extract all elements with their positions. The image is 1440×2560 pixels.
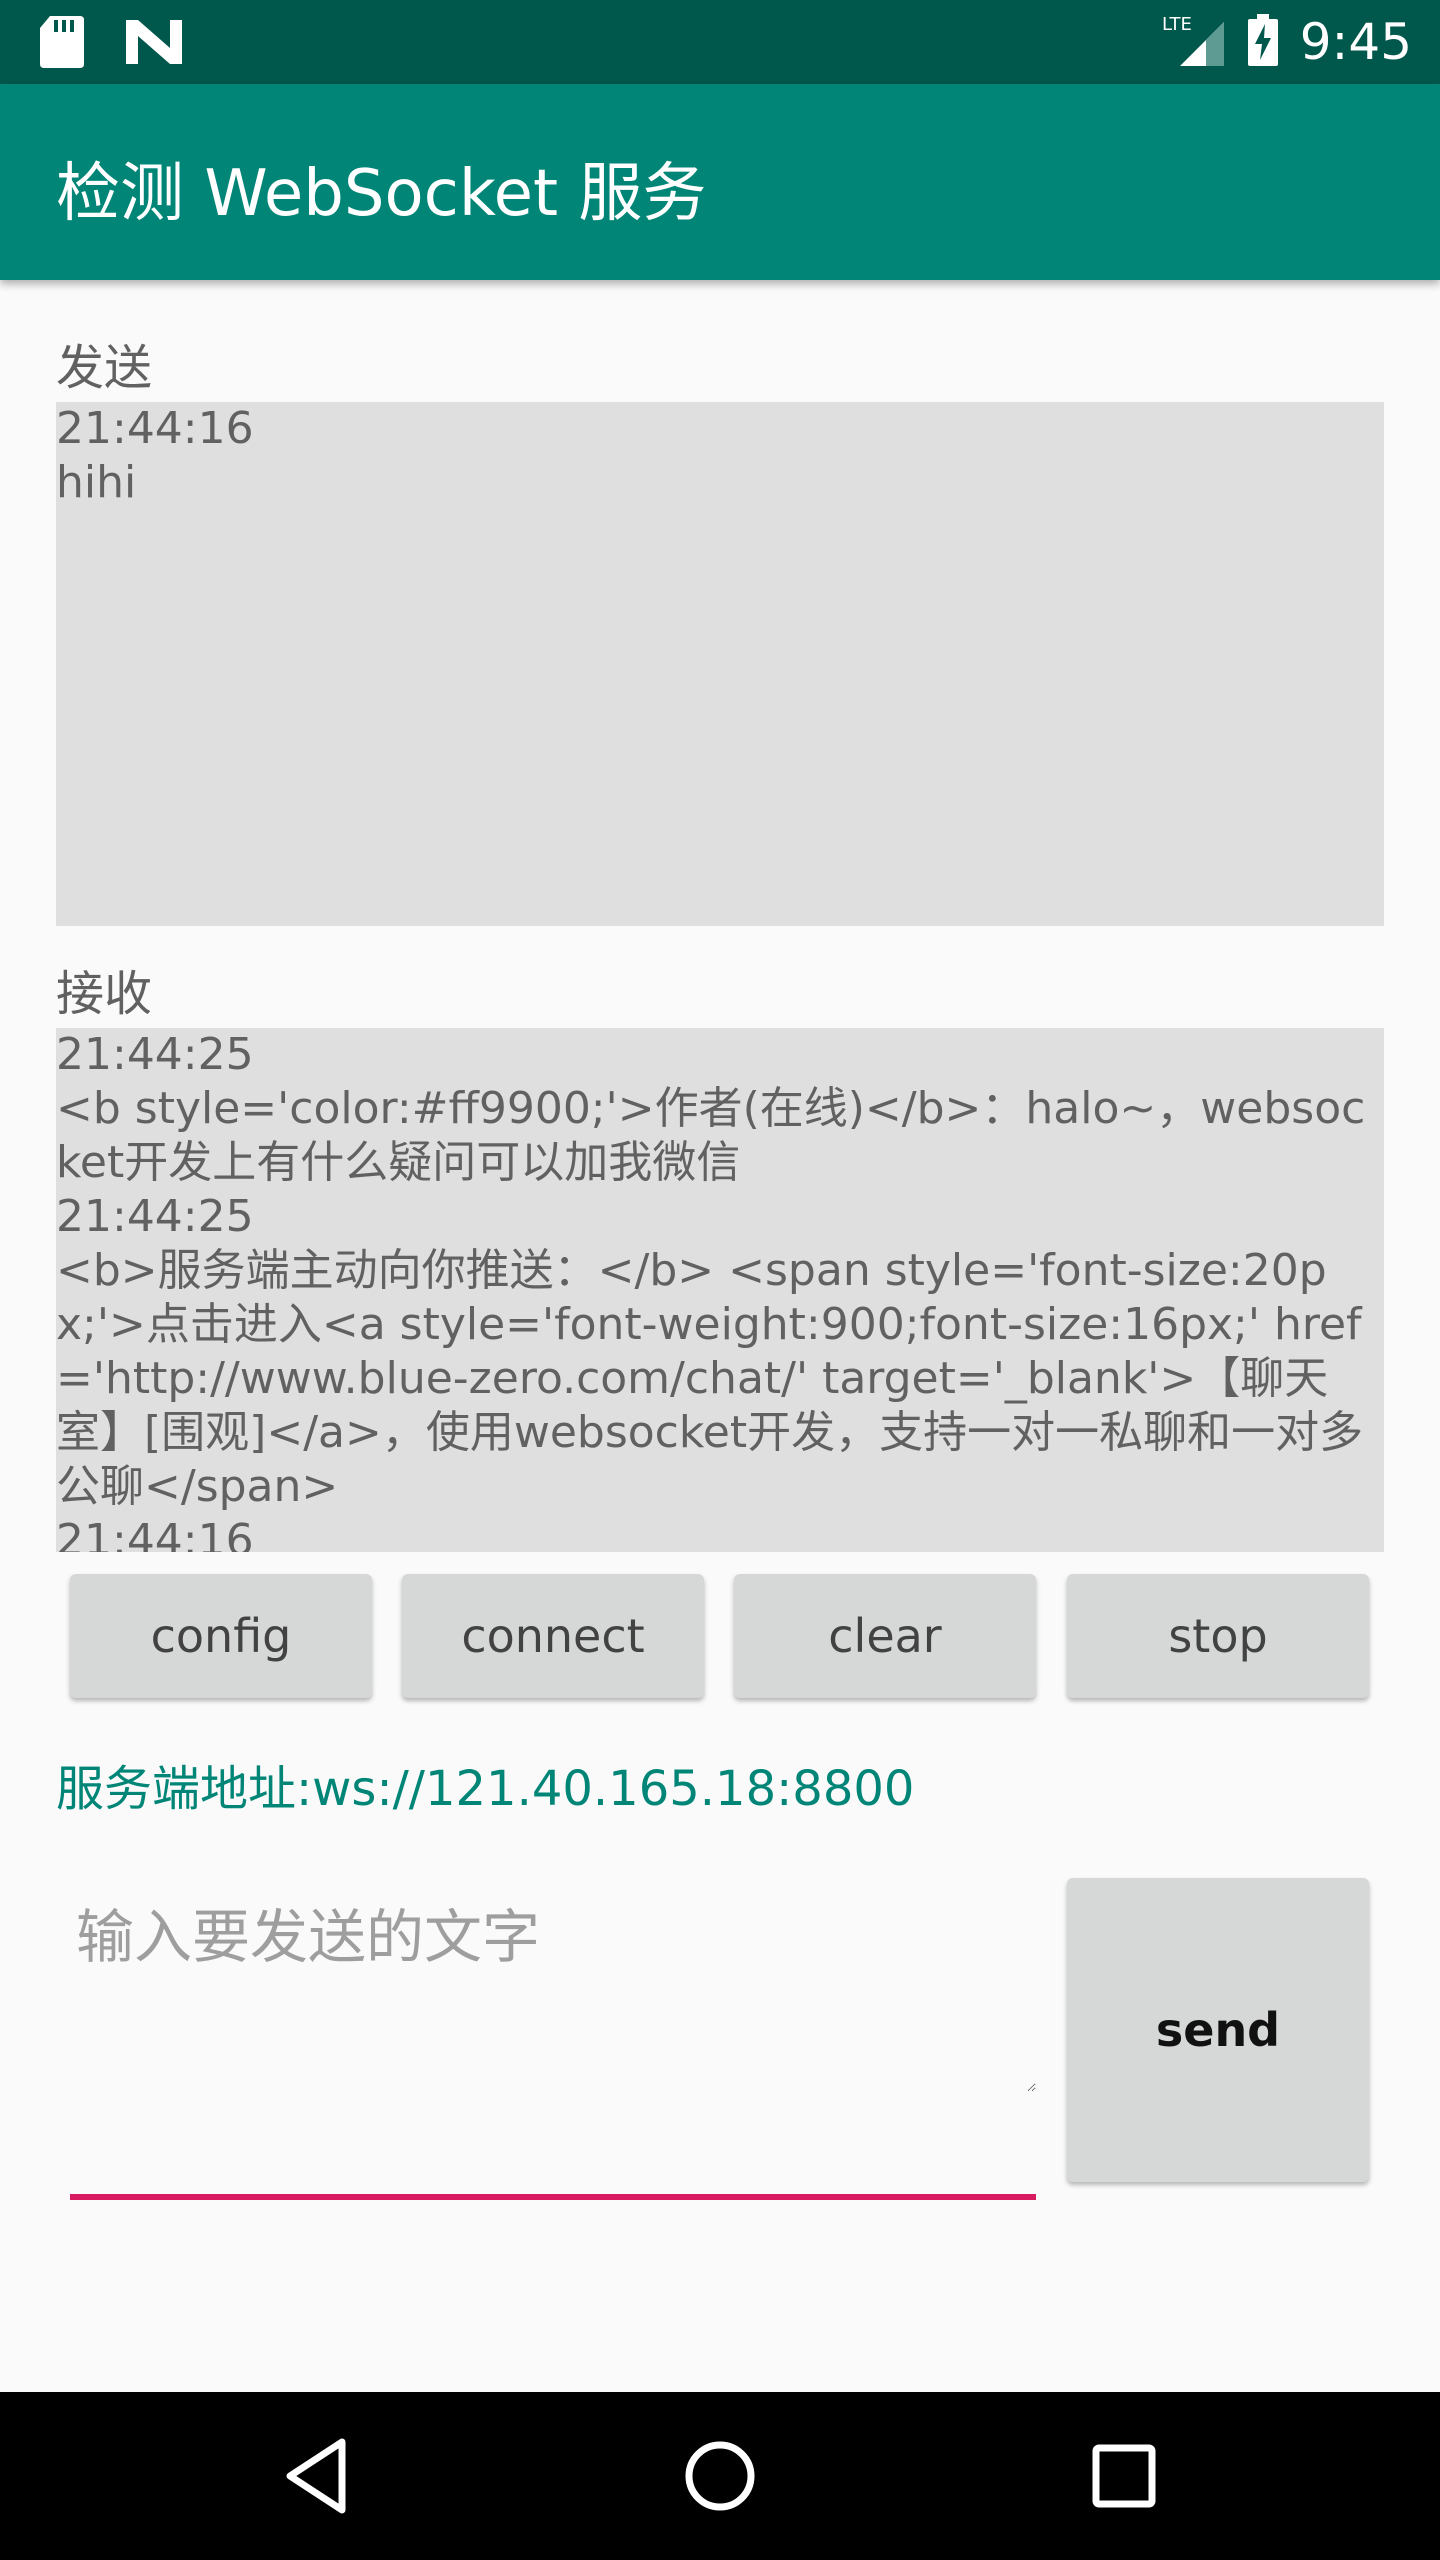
receive-log-line: 21:44:25 <box>56 1029 254 1080</box>
receive-section-label: 接收 <box>56 966 153 1022</box>
page-title: 检测 WebSocket 服务 <box>56 157 707 231</box>
message-input[interactable] <box>70 1880 1036 2092</box>
clock: 9:45 <box>1299 13 1412 71</box>
stop-button[interactable]: stop <box>1067 1574 1369 1698</box>
status-bar: LTE 9:45 <box>0 0 1440 84</box>
navigation-bar <box>0 2392 1440 2560</box>
send-section-label: 发送 <box>56 340 153 396</box>
receive-log-line: 21:44:16 <box>56 1515 254 1552</box>
server-address: 服务端地址:ws://121.40.165.18:8800 <box>56 1761 915 1817</box>
send-log[interactable]: 21:44:16 hihi <box>56 402 1384 926</box>
clear-button[interactable]: clear <box>734 1574 1036 1698</box>
status-bar-right: LTE 9:45 <box>1162 10 1412 74</box>
battery-charging-icon <box>1247 14 1278 70</box>
network-label: LTE <box>1162 14 1192 35</box>
home-icon[interactable] <box>670 2426 770 2526</box>
send-log-line: hihi <box>56 457 137 508</box>
status-bar-left <box>40 16 182 72</box>
app-bar: 检测 WebSocket 服务 <box>0 84 1440 280</box>
receive-log-line: <b style='color:#ff9900;'>作者(在线)</b>：hal… <box>56 1083 1366 1188</box>
input-underline <box>70 2194 1036 2200</box>
receive-log-line: 21:44:25 <box>56 1191 254 1242</box>
config-button[interactable]: config <box>70 1574 372 1698</box>
receive-log-line: <b>服务端主动向你推送：</b> <span style='font-size… <box>56 1245 1364 1512</box>
sd-card-icon <box>40 16 84 72</box>
send-log-line: 21:44:16 <box>56 403 254 454</box>
lte-signal-icon: LTE <box>1162 12 1226 72</box>
n-logo-icon <box>126 20 182 68</box>
back-icon[interactable] <box>266 2426 366 2526</box>
recents-icon[interactable] <box>1074 2426 1174 2526</box>
send-button[interactable]: send <box>1067 1878 1369 2182</box>
connect-button[interactable]: connect <box>402 1574 704 1698</box>
receive-log[interactable]: 21:44:25 <b style='color:#ff9900;'>作者(在线… <box>56 1028 1384 1552</box>
